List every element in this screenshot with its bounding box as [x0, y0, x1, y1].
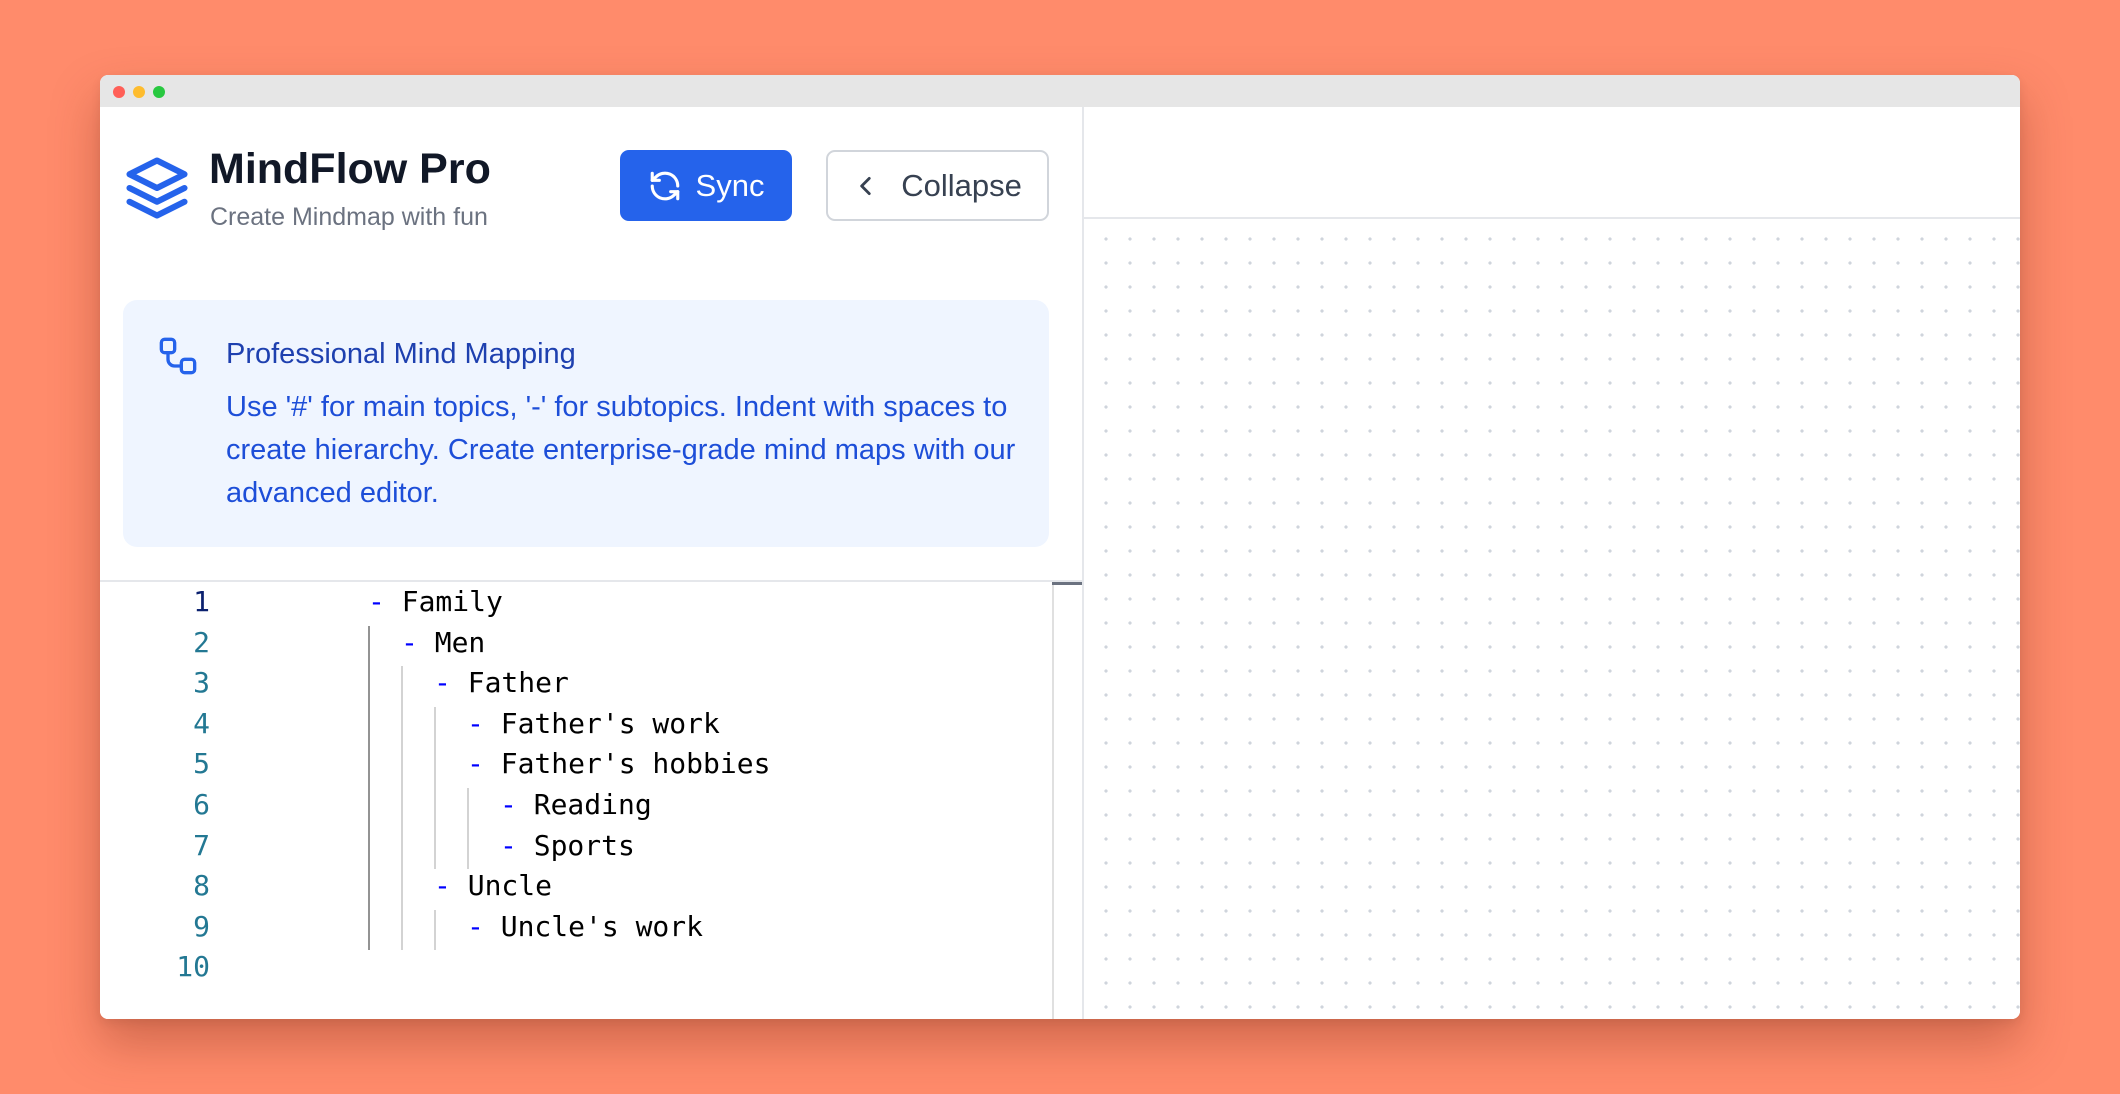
line-number: 1	[193, 585, 210, 618]
line-text: Father	[467, 666, 569, 700]
code-editor[interactable]: 1 2 3 4 5 6 7 8 9 10 - Family - Men - Father - Fathe…	[100, 580, 1082, 1019]
list-marker: -	[467, 747, 484, 781]
maximize-window-button[interactable]	[153, 86, 165, 98]
code-line[interactable]: - Uncle	[434, 869, 552, 902]
indent-guide	[401, 869, 403, 910]
indent-guide	[401, 828, 403, 870]
mindmap-toolbar	[1084, 107, 2020, 219]
line-number: 3	[193, 666, 210, 700]
code-line[interactable]: - Family	[368, 585, 503, 618]
collapse-button-label: Collapse	[901, 167, 1022, 203]
indent-guide	[434, 706, 436, 748]
code-line[interactable]: - Father's work	[467, 707, 720, 740]
close-window-button[interactable]	[113, 86, 125, 98]
line-text: Family	[401, 585, 503, 618]
editor-scrollbar-marker	[1052, 582, 1082, 585]
line-text: Men	[434, 625, 486, 659]
mindmap-panel	[1084, 107, 2020, 1019]
info-body: Use '#' for main topics, '-' for subtopi…	[226, 391, 1016, 509]
list-marker: -	[368, 585, 385, 618]
list-marker: -	[500, 828, 517, 862]
editor-panel: MindFlow Pro Create Mindmap with fun Syn…	[100, 107, 1084, 1019]
info-title: Professional Mind Mapping	[226, 338, 576, 370]
line-text: Uncle	[467, 869, 553, 903]
indent-guide	[401, 909, 403, 951]
window-titlebar	[100, 75, 2020, 107]
editor-scrollbar[interactable]	[1052, 582, 1054, 1019]
indent-guide	[434, 788, 436, 829]
list-marker: -	[500, 788, 517, 821]
indent-guide	[401, 747, 403, 788]
sync-button[interactable]: Sync	[620, 150, 792, 221]
list-marker: -	[401, 625, 418, 659]
minimize-window-button[interactable]	[133, 86, 145, 98]
line-number: 5	[193, 747, 210, 781]
line-number: 9	[193, 909, 210, 943]
line-number: 8	[193, 869, 210, 903]
list-marker: -	[434, 869, 451, 903]
chevron-left-icon	[860, 176, 871, 195]
line-number: 10	[176, 950, 210, 984]
collapse-button[interactable]: Collapse	[826, 150, 1049, 221]
indent-guide	[434, 747, 436, 788]
line-text: Father's work	[500, 706, 720, 740]
line-number: 4	[193, 706, 210, 740]
indent-guide	[467, 788, 469, 829]
indent-guide	[368, 706, 370, 748]
code-line[interactable]: - Men	[401, 626, 485, 659]
indent-guide	[368, 909, 370, 951]
indent-guide	[401, 788, 403, 829]
line-text: Father's hobbies	[500, 747, 771, 781]
line-text: Uncle's work	[500, 909, 704, 943]
list-marker: -	[467, 706, 484, 740]
indent-guide	[368, 828, 370, 870]
indent-guide	[434, 909, 436, 951]
info-card: Professional Mind Mapping Use '#' for ma…	[123, 300, 1049, 547]
indent-guide	[401, 706, 403, 748]
sync-button-label: Sync	[695, 167, 765, 203]
indent-guide	[368, 788, 370, 829]
line-number: 6	[193, 788, 210, 821]
line-number: 2	[193, 625, 210, 659]
indent-guide	[467, 828, 469, 870]
app-subtitle: Create Mindmap with fun	[210, 203, 488, 231]
app-window: MindFlow Pro Create Mindmap with fun Syn…	[100, 75, 2020, 1019]
layers-icon	[126, 157, 188, 219]
indent-guide	[368, 625, 370, 667]
line-number: 7	[193, 828, 210, 862]
line-text: Reading	[533, 788, 652, 821]
code-line[interactable]: - Father's hobbies	[467, 747, 770, 780]
code-line[interactable]: - Sports	[500, 829, 635, 862]
code-line[interactable]: - Reading	[500, 788, 652, 821]
mindmap-canvas[interactable]	[1084, 219, 2020, 1019]
refresh-icon	[650, 171, 679, 200]
indent-guide	[368, 747, 370, 788]
line-number-gutter: 1 2 3 4 5 6 7 8 9 10	[100, 582, 230, 1019]
line-text: Sports	[533, 828, 635, 862]
indent-guide	[434, 828, 436, 870]
app-title: MindFlow Pro	[209, 145, 491, 193]
indent-guide	[368, 666, 370, 707]
indent-guide	[368, 869, 370, 910]
code-line[interactable]: - Uncle's work	[467, 910, 703, 943]
list-marker: -	[467, 909, 484, 943]
code-line[interactable]: - Father	[434, 666, 569, 699]
diagram-nodes-icon	[159, 337, 197, 375]
indent-guide	[401, 666, 403, 707]
list-marker: -	[434, 666, 451, 700]
